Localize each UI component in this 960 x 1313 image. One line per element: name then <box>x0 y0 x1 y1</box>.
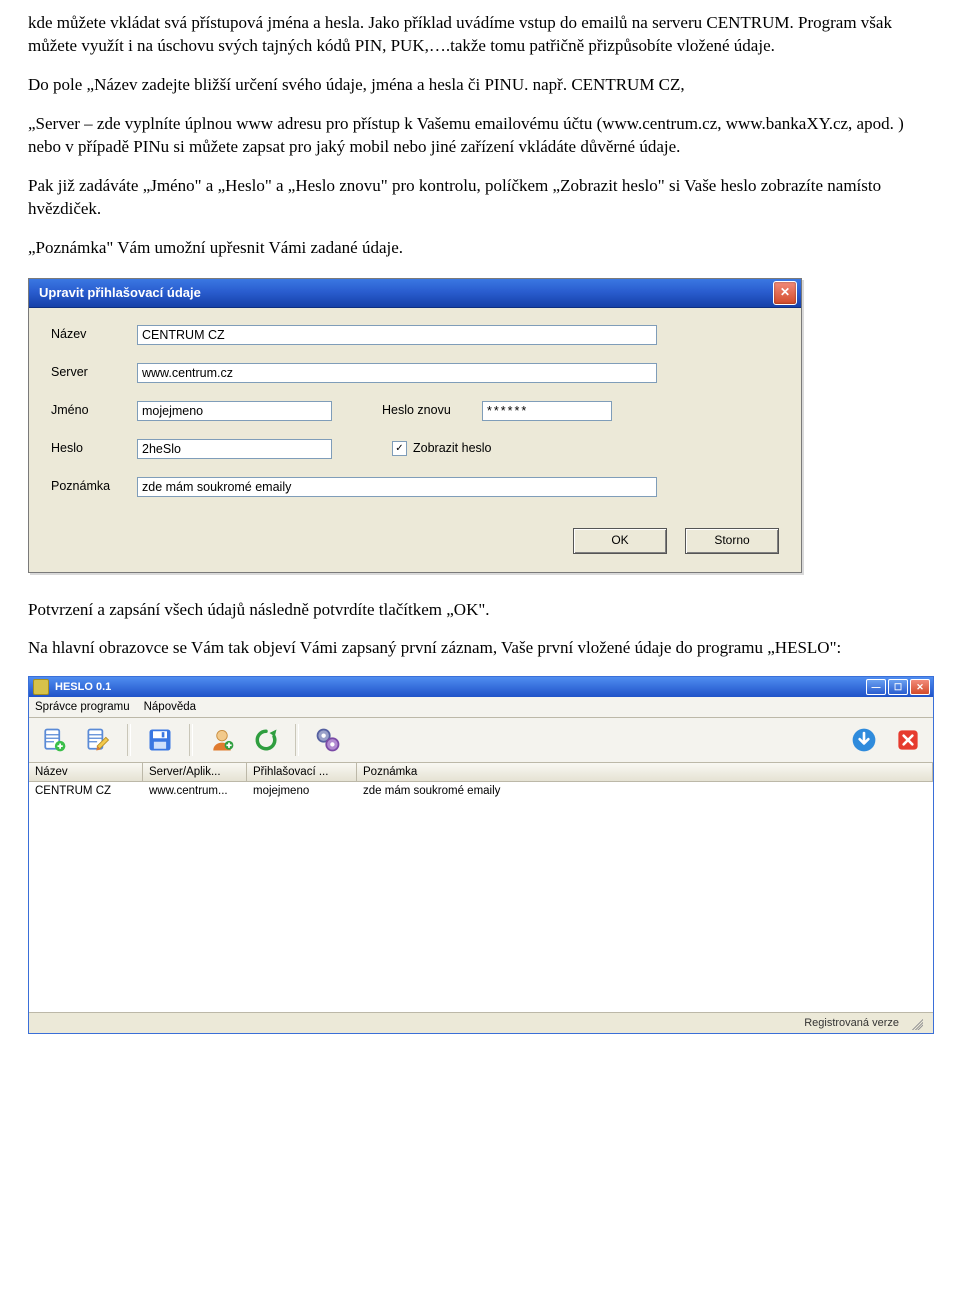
cell-nazev: CENTRUM CZ <box>29 782 143 802</box>
app-icon <box>33 679 49 695</box>
table-header: Název Server/Aplik... Přihlašovací ... P… <box>29 763 933 782</box>
resize-grip-icon[interactable] <box>909 1016 923 1030</box>
paragraph: Do pole „Název zadejte bližší určení své… <box>28 74 932 97</box>
paragraph: „Poznámka" Vám umožní upřesnit Vámi zada… <box>28 237 932 260</box>
edit-credentials-dialog: Upravit přihlašovací údaje ✕ Název Serve… <box>28 278 802 573</box>
storno-button[interactable]: Storno <box>685 528 779 554</box>
delete-icon[interactable] <box>889 721 927 759</box>
cell-poznamka: zde mám soukromé emaily <box>357 782 933 802</box>
label-heslo-znovu: Heslo znovu <box>332 402 482 419</box>
poznamka-input[interactable] <box>137 477 657 497</box>
dialog-titlebar: Upravit přihlašovací údaje ✕ <box>29 279 801 308</box>
label-poznamka: Poznámka <box>51 478 137 495</box>
download-icon[interactable] <box>845 721 883 759</box>
heslo-znovu-input[interactable] <box>482 401 612 421</box>
label-zobrazit-heslo: Zobrazit heslo <box>413 440 492 457</box>
label-server: Server <box>51 364 137 381</box>
cell-server: www.centrum... <box>143 782 247 802</box>
cell-login: mojejmeno <box>247 782 357 802</box>
statusbar: Registrovaná verze <box>29 1012 933 1033</box>
save-icon[interactable] <box>141 721 179 759</box>
edit-record-icon[interactable] <box>79 721 117 759</box>
heslo-main-window: HESLO 0.1 — ☐ ✕ Správce programu Nápověd… <box>28 676 934 1034</box>
zobrazit-heslo-checkbox[interactable]: ✓ <box>392 441 407 456</box>
settings-icon[interactable] <box>309 721 347 759</box>
menu-napoveda[interactable]: Nápověda <box>144 700 196 716</box>
refresh-icon[interactable] <box>247 721 285 759</box>
close-icon[interactable]: ✕ <box>773 281 797 305</box>
menubar: Správce programu Nápověda <box>29 697 933 718</box>
nazev-input[interactable] <box>137 325 657 345</box>
toolbar-separator <box>127 724 131 756</box>
server-input[interactable] <box>137 363 657 383</box>
status-text: Registrovaná verze <box>804 1016 899 1031</box>
toolbar-separator <box>189 724 193 756</box>
label-jmeno: Jméno <box>51 402 137 419</box>
column-server[interactable]: Server/Aplik... <box>143 763 247 781</box>
menu-spravce-programu[interactable]: Správce programu <box>35 700 130 716</box>
toolbar <box>29 718 933 763</box>
label-nazev: Název <box>51 326 137 343</box>
app-titlebar: HESLO 0.1 — ☐ ✕ <box>29 677 933 697</box>
column-nazev[interactable]: Název <box>29 763 143 781</box>
dialog-title: Upravit přihlašovací údaje <box>39 284 773 302</box>
column-login[interactable]: Přihlašovací ... <box>247 763 357 781</box>
toolbar-separator <box>295 724 299 756</box>
paragraph: kde můžete vkládat svá přístupová jména … <box>28 12 932 58</box>
ok-button[interactable]: OK <box>573 528 667 554</box>
paragraph: Na hlavní obrazovce se Vám tak objeví Vá… <box>28 637 932 660</box>
new-record-icon[interactable] <box>35 721 73 759</box>
jmeno-input[interactable] <box>137 401 332 421</box>
column-poznamka[interactable]: Poznámka <box>357 763 933 781</box>
label-heslo: Heslo <box>51 440 137 457</box>
app-title: HESLO 0.1 <box>55 680 866 695</box>
paragraph: Potvrzení a zapsání všech údajů následně… <box>28 599 932 622</box>
table-body[interactable]: CENTRUM CZ www.centrum... mojejmeno zde … <box>29 782 933 1012</box>
user-icon[interactable] <box>203 721 241 759</box>
close-icon[interactable]: ✕ <box>910 679 930 695</box>
paragraph: „Server – zde vyplníte úplnou www adresu… <box>28 113 932 159</box>
table-row[interactable]: CENTRUM CZ www.centrum... mojejmeno zde … <box>29 782 933 802</box>
paragraph: Pak již zadáváte „Jméno" a „Heslo" a „He… <box>28 175 932 221</box>
minimize-icon[interactable]: — <box>866 679 886 695</box>
maximize-icon[interactable]: ☐ <box>888 679 908 695</box>
heslo-input[interactable] <box>137 439 332 459</box>
